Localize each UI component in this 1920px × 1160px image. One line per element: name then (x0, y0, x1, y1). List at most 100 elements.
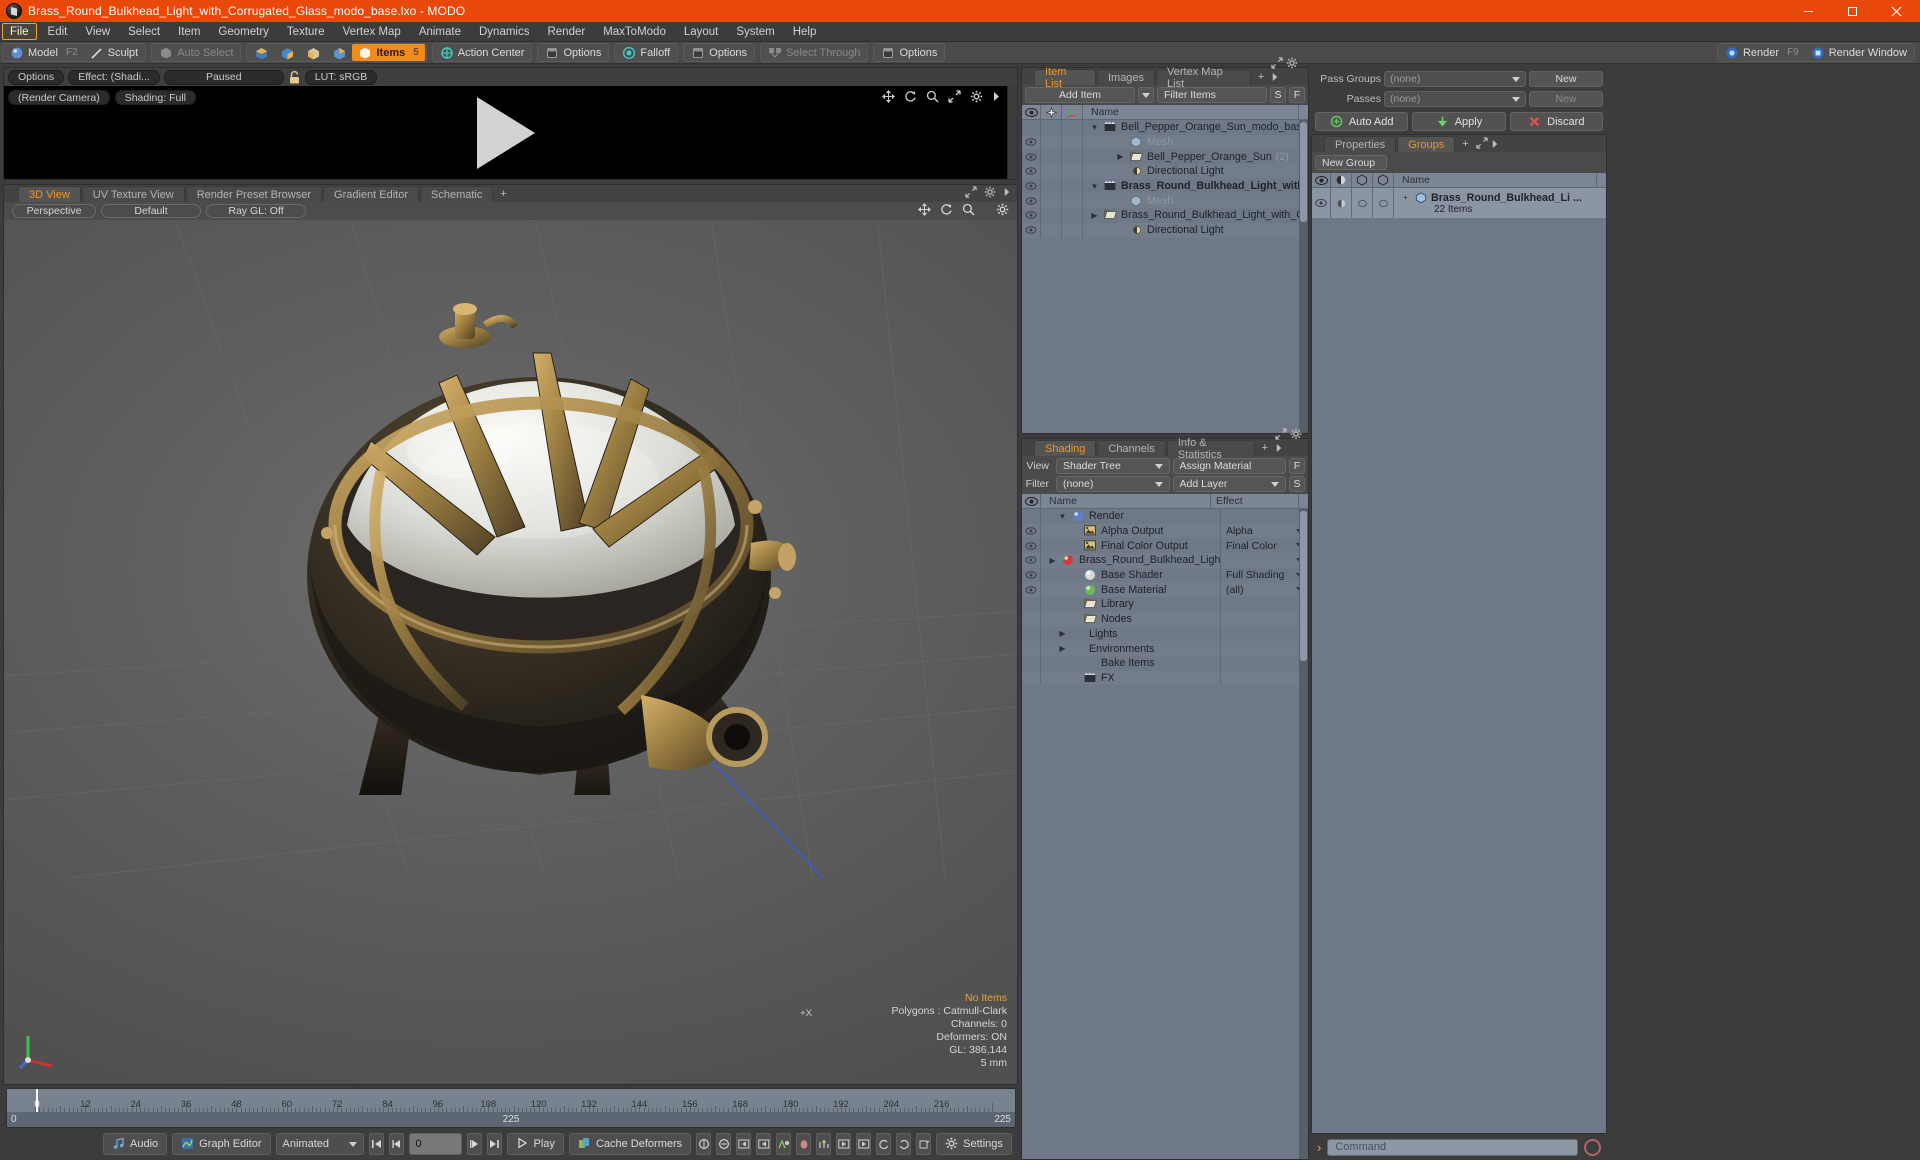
menu-geometry[interactable]: Geometry (209, 22, 278, 41)
tab-render-preset-browser[interactable]: Render Preset Browser (185, 186, 323, 202)
expand-icon[interactable] (1275, 428, 1290, 443)
render-window-button[interactable]: Render Window (1805, 44, 1913, 61)
menu-item[interactable]: Item (169, 22, 209, 41)
select-through-options-button[interactable]: Options (875, 44, 943, 61)
row-visibility-toggle[interactable] (1022, 626, 1041, 642)
render-button[interactable]: Render F9 (1719, 44, 1805, 61)
row-twisty-icon[interactable]: ▶ (1047, 556, 1058, 565)
row-visibility-toggle[interactable] (1022, 509, 1041, 524)
menu-file[interactable]: File (2, 23, 37, 40)
viewport-3d-canvas[interactable]: +X No Items Polygons : Catmull-Clark Cha… (4, 220, 1017, 1084)
row-twisty-icon[interactable]: ▼ (1057, 512, 1068, 521)
zoom-icon[interactable] (962, 203, 975, 219)
preview-paused-button[interactable]: Paused (163, 69, 284, 85)
pan-icon[interactable] (918, 203, 931, 219)
menu-select[interactable]: Select (119, 22, 169, 41)
row-lock-toggle[interactable] (1041, 164, 1062, 179)
table-row[interactable]: Final Color Output Final Color (1022, 538, 1308, 554)
shading-s-button[interactable]: S (1289, 476, 1305, 492)
row-twisty-icon[interactable]: ▶ (1089, 211, 1100, 220)
row-visibility-toggle[interactable] (1022, 641, 1041, 656)
menu-vertex-map[interactable]: Vertex Map (334, 22, 410, 41)
items-mode-button[interactable]: Items 5 (352, 44, 425, 61)
materials-mode-button[interactable] (326, 44, 352, 61)
tab-add-button[interactable]: + (1456, 136, 1474, 152)
tab-gradient-editor[interactable]: Gradient Editor (323, 186, 419, 202)
row-transform-toggle[interactable] (1062, 134, 1083, 150)
table-row[interactable]: Directional Light (1022, 222, 1308, 238)
audio-button[interactable]: Audio (103, 1133, 168, 1155)
current-frame-field[interactable]: 0 (408, 1133, 462, 1155)
auto-add-button[interactable]: Auto Add (1315, 112, 1409, 131)
table-row[interactable]: Bake Items (1022, 655, 1308, 671)
shader-tree-scrollbar[interactable] (1299, 509, 1308, 1159)
vertices-mode-button[interactable] (248, 44, 274, 61)
shader-tree-body[interactable]: ▼ Render Alpha Output Alpha Final Color Outp… (1022, 509, 1308, 1159)
key-delete-button[interactable] (716, 1133, 732, 1155)
more-arrow-icon[interactable] (1003, 187, 1011, 200)
tab-add-button[interactable]: + (1256, 440, 1274, 456)
table-row[interactable]: ▶ Bell_Pepper_Orange_Sun (2) (1022, 149, 1308, 165)
gear-icon[interactable] (1290, 428, 1302, 443)
previous-key-button[interactable] (388, 1133, 404, 1155)
row-visibility-toggle[interactable] (1022, 134, 1041, 150)
cache-deformers-button[interactable]: Cache Deformers (568, 1133, 692, 1155)
row-visibility-toggle[interactable] (1022, 553, 1041, 568)
timeline[interactable]: 12 24 36 48 60 72 84 96 108 120 132 144 156 168 180 192… (6, 1088, 1016, 1128)
table-row[interactable]: Base Shader Full Shading (1022, 567, 1308, 583)
expand-icon[interactable] (948, 90, 961, 106)
menu-edit[interactable]: Edit (39, 22, 77, 41)
add-item-dropdown[interactable] (1138, 87, 1154, 103)
loop-end-button[interactable] (856, 1133, 872, 1155)
tab-channels[interactable]: Channels (1097, 440, 1166, 456)
perspective-button[interactable]: Perspective (12, 204, 96, 218)
row-transform-toggle[interactable] (1062, 164, 1083, 179)
prev-keyframe2-button[interactable] (756, 1133, 772, 1155)
tab-info-statistics[interactable]: Info & Statistics (1166, 437, 1255, 461)
menu-animate[interactable]: Animate (410, 22, 470, 41)
loop-start-button[interactable] (836, 1133, 852, 1155)
cycle-post-button[interactable] (896, 1133, 912, 1155)
table-row[interactable]: Mesh (1022, 134, 1308, 150)
apply-button[interactable]: Apply (1412, 112, 1506, 131)
column-visibility[interactable] (1022, 493, 1041, 509)
preview-lut-button[interactable]: LUT: sRGB (304, 69, 378, 85)
animated-select[interactable]: Animated (275, 1133, 364, 1155)
row-twisty-icon[interactable]: ▼ (1089, 123, 1100, 132)
row-visibility-toggle[interactable] (1022, 120, 1041, 135)
passes-select[interactable]: (none) (1384, 91, 1526, 107)
tab-3d-view[interactable]: 3D View (18, 186, 81, 202)
rotate-icon[interactable] (940, 203, 953, 219)
groups-list-body[interactable]: + Brass_Round_Bulkhead_Li ... 22 Items (1312, 188, 1606, 1133)
key-curve-button[interactable] (776, 1133, 792, 1155)
play-button[interactable]: Play (506, 1133, 564, 1155)
row-visibility-toggle[interactable] (1022, 611, 1041, 627)
bulkhead-light-model[interactable] (289, 275, 819, 795)
row-visibility-toggle[interactable] (1022, 149, 1041, 165)
shader-effect-cell[interactable] (1220, 553, 1308, 568)
shader-effect-cell[interactable]: Final Color (1220, 538, 1308, 554)
table-row[interactable]: ▼ Render (1022, 509, 1308, 524)
bake-button[interactable] (916, 1133, 932, 1155)
tab-properties[interactable]: Properties (1324, 136, 1397, 152)
row-lock-toggle[interactable] (1041, 208, 1062, 223)
key-filter-button[interactable] (816, 1133, 832, 1155)
tab-groups[interactable]: Groups (1397, 136, 1456, 152)
row-visibility-toggle[interactable] (1022, 655, 1041, 671)
pass-groups-select[interactable]: (none) (1384, 71, 1526, 87)
tab-vertex-map-list[interactable]: Vertex Map List (1156, 66, 1251, 90)
gear-icon[interactable] (996, 203, 1009, 219)
select-through-button[interactable]: Select Through (762, 44, 866, 61)
cycle-pre-button[interactable] (876, 1133, 892, 1155)
lock-icon[interactable] (288, 70, 301, 85)
key-ellipse-button[interactable] (796, 1133, 812, 1155)
timeline-range-bar[interactable]: 0 225 225 (7, 1112, 1015, 1127)
row-lock-toggle[interactable] (1041, 134, 1062, 150)
table-row[interactable]: ▼ Brass_Round_Bulkhead_Light_with_... (1022, 178, 1308, 194)
table-row[interactable]: Base Material (all) (1022, 582, 1308, 598)
row-visibility-toggle[interactable] (1022, 582, 1041, 598)
tab-add-button[interactable]: + (494, 186, 512, 202)
table-row[interactable]: Directional Light (1022, 164, 1308, 179)
minimize-button[interactable] (1786, 0, 1830, 22)
more-arrow-icon[interactable] (1271, 73, 1279, 85)
